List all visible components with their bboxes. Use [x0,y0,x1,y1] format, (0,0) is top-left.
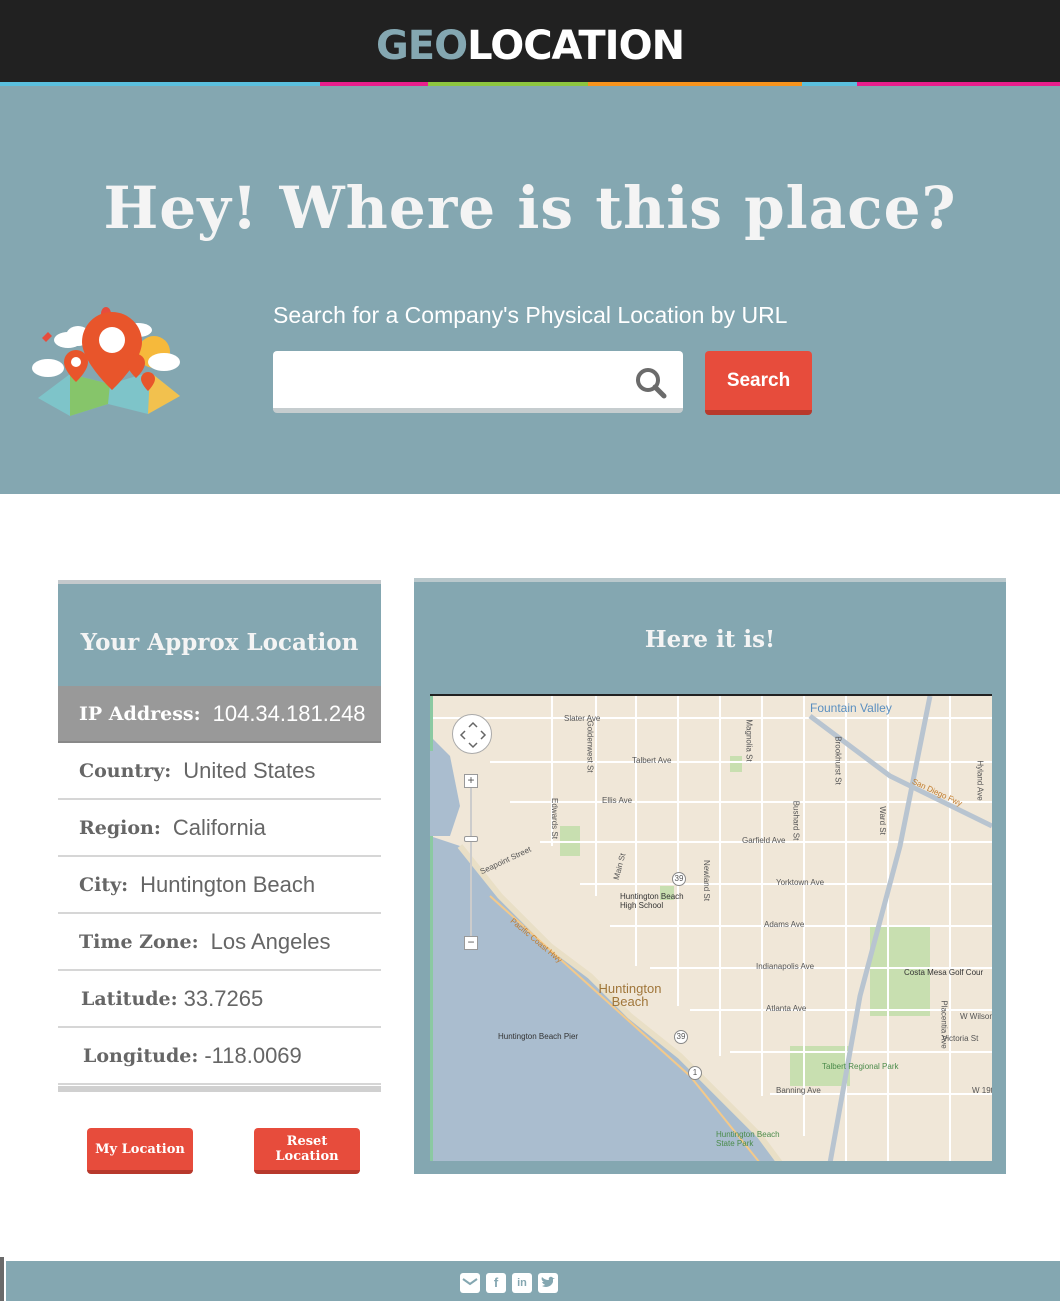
map-label-talbert-park: Talbert Regional Park [822,1062,899,1071]
reset-location-button[interactable]: Reset Location [254,1128,360,1174]
pan-arrows-icon [459,721,487,749]
country-row: Country: United States [58,743,381,800]
twitter-icon[interactable] [538,1273,558,1293]
route-39-shield-2: 39 [674,1030,688,1044]
route-39-shield: 39 [672,872,686,886]
search-icon[interactable] [633,365,669,401]
map-label-bushard: Bushard St [791,800,801,841]
timezone-label: Time Zone: [79,930,199,953]
zoom-slider-track[interactable] [470,788,472,938]
map-label-fountain-valley: Fountain Valley [810,701,892,715]
map-label-yorktown-ave: Yorktown Ave [776,878,825,887]
logo-geo: GEO [375,23,468,69]
map-label-w-wilson: W Wilson [960,1012,992,1021]
search-button[interactable]: Search [705,351,812,415]
panel-bottom-border [58,1086,381,1092]
country-value: United States [183,757,316,783]
map-panel: Here it is! Fountain Valley Huntington B… [414,578,1006,1174]
ip-address-label: IP Address: [79,702,201,725]
ip-address-value: 104.34.181.248 [212,700,366,726]
map-label-newland: Newland St [701,860,711,901]
longitude-row: Longitude: -118.0069 [58,1028,381,1085]
timezone-row: Time Zone: Los Angeles [58,914,381,971]
map-label-huntington-beach: Huntington Beach [598,981,662,1009]
map-label-talbert-ave: Talbert Ave [632,756,672,765]
hero-title: Hey! Where is this place? [103,174,957,242]
top-navbar: GEOLOCATION [0,0,1060,82]
latitude-label: Latitude: [81,987,178,1010]
logo-location: LOCATION [467,23,685,69]
map-label-costa-mesa-golf: Costa Mesa Golf Cour [904,968,984,977]
country-label: Country: [79,759,172,782]
map-label-slater-ave: Slater Ave [564,714,601,723]
approx-location-panel: Your Approx Location IP Address: 104.34.… [58,580,381,1092]
region-row: Region: California [58,800,381,857]
map-pins-illustration-icon [32,307,180,416]
map-label-garfield-ave: Garfield Ave [742,836,786,845]
region-value: California [172,814,266,840]
longitude-label: Longitude: [83,1044,199,1067]
footer: f in [6,1261,1060,1301]
map-label-goldenwest: Goldenwest St [585,720,595,773]
hero-section: Hey! Where is this place? Search for a C… [0,86,1060,494]
route-1-shield: 1 [688,1066,702,1080]
zoom-out-button[interactable]: − [464,936,478,950]
site-logo[interactable]: GEOLOCATION [0,22,1060,70]
map-panel-title: Here it is! [644,626,776,653]
search-label: Search for a Company's Physical Location… [273,302,788,328]
search-box [273,351,683,413]
latitude-row: Latitude: 33.7265 [58,971,381,1028]
map-pan-control[interactable] [452,714,492,754]
facebook-icon[interactable]: f [486,1273,506,1293]
location-panel-title: Your Approx Location [58,584,381,686]
region-label: Region: [79,816,161,839]
map-label-hb-pier: Huntington Beach Pier [498,1032,579,1041]
email-icon[interactable] [460,1273,480,1293]
footer-edge [0,1257,4,1301]
linkedin-icon[interactable]: in [512,1273,532,1293]
map-label-edwards: Edwards St [549,798,559,839]
map-label-banning-ave: Banning Ave [776,1086,821,1095]
map-label-indianapolis-ave: Indianapolis Ave [756,962,815,971]
city-value: Huntington Beach [140,871,316,897]
map-label-hyland: Hyland Ave [975,760,985,801]
map-label-adams-ave: Adams Ave [764,920,805,929]
map-label-ward-st: Ward St [877,806,887,835]
longitude-value: -118.0069 [204,1042,302,1068]
map-label-brookhurst: Brookhurst St [833,736,843,785]
search-input[interactable] [283,359,623,401]
map-label-hb-high-school: Huntington Beach High School [620,892,684,910]
map-label-ellis-ave: Ellis Ave [602,796,633,805]
map-label-placentia: Placentia Ave [939,1000,949,1049]
zoom-in-button[interactable]: + [464,774,478,788]
map-label-magnolia: Magnolia St [744,719,754,762]
map-label-atlanta-ave: Atlanta Ave [766,1004,807,1013]
map-label-w-19th: W 19th [972,1086,992,1095]
zoom-slider-handle[interactable] [464,836,478,842]
city-label: City: [79,873,129,896]
latitude-value: 33.7265 [183,985,264,1011]
my-location-button[interactable]: My Location [87,1128,193,1174]
timezone-value: Los Angeles [210,928,331,954]
map-label-hb-state-park: Huntington Beach State Park [716,1130,780,1148]
map-view[interactable]: Fountain Valley Huntington Beach Hunting… [430,694,992,1161]
ip-address-row: IP Address: 104.34.181.248 [58,686,381,743]
city-row: City: Huntington Beach [58,857,381,914]
